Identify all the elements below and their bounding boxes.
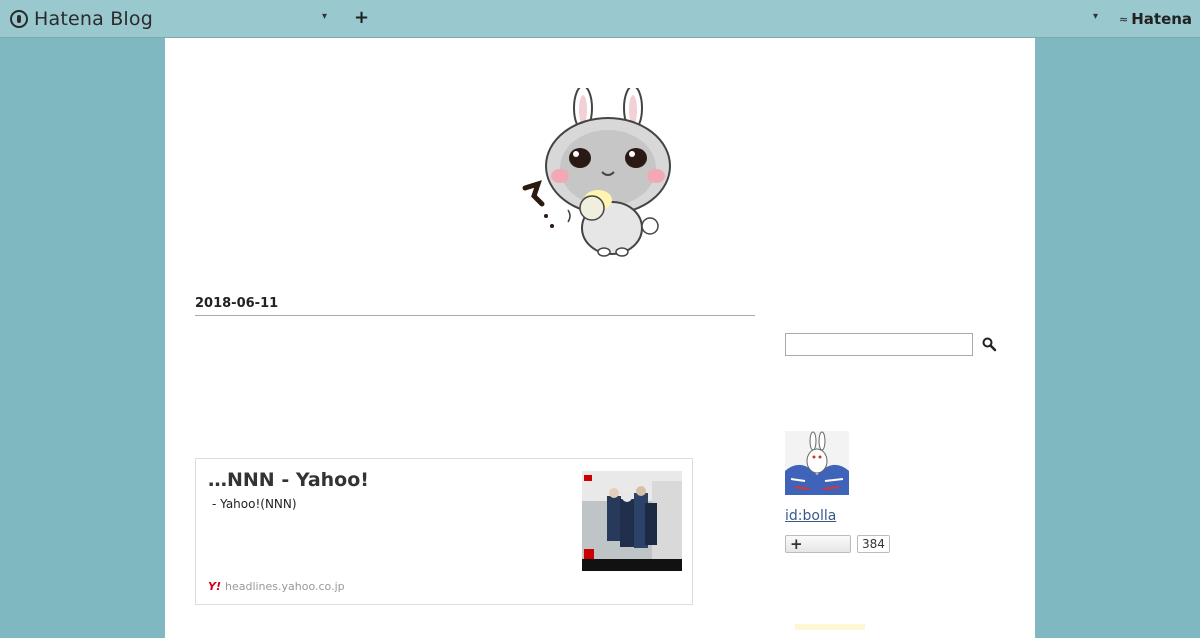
follow-widget: + 384 <box>785 535 890 553</box>
brand-text: Hatena Blog <box>34 8 153 30</box>
hatena-link[interactable]: ≈ Hatena <box>1119 10 1192 28</box>
search-input[interactable] <box>785 333 973 356</box>
blog-header-bunny-image[interactable] <box>520 88 680 258</box>
search-icon[interactable] <box>981 336 997 352</box>
hatena-label: Hatena <box>1131 10 1193 28</box>
hatena-blog-logo[interactable]: Hatena Blog <box>10 7 153 31</box>
embed-card-description: - Yahoo!(NNN) <box>212 497 297 511</box>
embed-card-site-domain: headlines.yahoo.co.jp <box>224 580 345 593</box>
yahoo-logo-icon: Y! <box>208 580 221 593</box>
embed-card[interactable]: …NNN - Yahoo! - Yahoo!(NNN) Y! headlines… <box>195 458 693 605</box>
user-id-link[interactable]: id:bolla <box>785 508 836 524</box>
follower-count[interactable]: 384 <box>857 535 890 553</box>
embed-card-thumbnail[interactable] <box>582 471 682 571</box>
post-date[interactable]: 2018-06-11 <box>195 296 755 316</box>
blog-container: 2018-06-11 …NNN - Yahoo! - Yahoo!(NNN) Y… <box>165 38 1035 638</box>
account-menu-caret-down-icon[interactable]: ▾ <box>1093 11 1098 22</box>
embed-card-title[interactable]: …NNN - Yahoo! <box>208 469 369 491</box>
follow-button[interactable]: + <box>785 535 851 553</box>
hatena-mark-icon: ≈ <box>1119 12 1129 26</box>
embed-card-site[interactable]: Y! headlines.yahoo.co.jp <box>208 580 345 593</box>
sidebar-module-stub <box>795 624 865 630</box>
user-avatar[interactable] <box>785 431 849 495</box>
blog-menu-caret-down-icon[interactable]: ▾ <box>322 11 327 22</box>
top-bar: Hatena Blog ▾ + ▾ ≈ Hatena <box>0 0 1200 38</box>
add-post-plus-icon[interactable]: + <box>354 7 369 28</box>
hatena-logo-icon <box>10 10 28 28</box>
